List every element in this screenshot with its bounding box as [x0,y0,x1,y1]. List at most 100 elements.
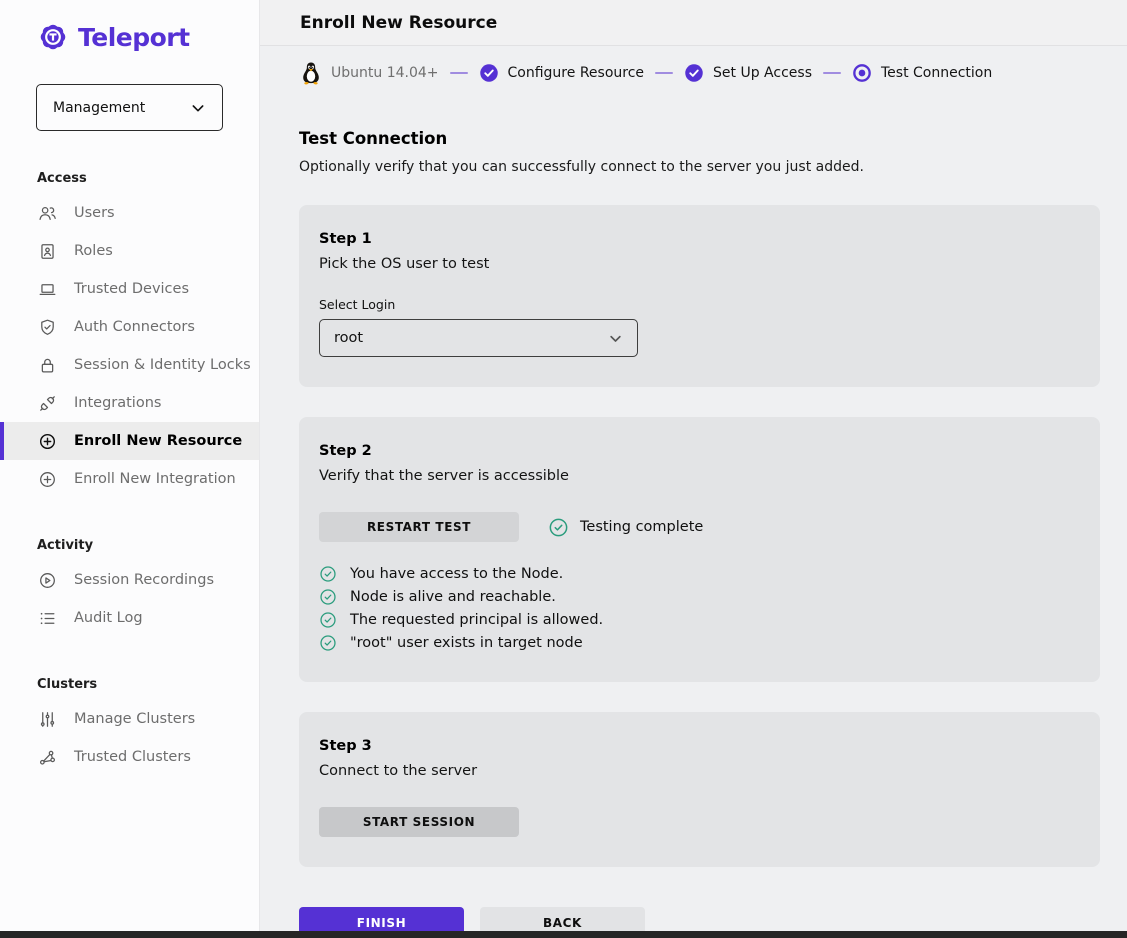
stepper-connector [823,72,841,75]
step-configure-resource: Configure Resource [479,63,645,83]
step2-title: Step 2 [319,443,1080,459]
sidebar-item-label: Enroll New Resource [74,433,242,449]
check-item: The requested principal is allowed. [319,611,1080,629]
sidebar-item-label: Roles [74,243,113,259]
stepper-connector [655,72,673,75]
sidebar-item-label: Trusted Devices [74,281,189,297]
workspace-select[interactable]: Management [36,84,223,131]
step-set-up-access: Set Up Access [684,63,812,83]
step2-desc: Verify that the server is accessible [319,468,1080,484]
success-check-icon [319,611,337,629]
lock-icon [37,355,57,375]
check-item: Node is alive and reachable. [319,588,1080,606]
sidebar-item-integrations[interactable]: Integrations [0,384,259,422]
resource-label: Ubuntu 14.04+ [331,65,439,81]
sidebar-item-label: Session & Identity Locks [74,357,251,373]
sidebar-item-enroll-new-resource[interactable]: Enroll New Resource [0,422,259,460]
section-title-clusters: Clusters [37,677,259,692]
page-title: Enroll New Resource [300,13,497,33]
check-label: Node is alive and reachable. [350,589,556,605]
step-label: Configure Resource [508,65,645,81]
sidebar-item-label: Session Recordings [74,572,214,588]
section-title-activity: Activity [37,538,259,553]
main-area: Enroll New Resource Ubuntu 14.04+ Config… [260,0,1127,938]
radio-current-icon [852,63,872,83]
workspace-select-value: Management [53,100,145,116]
check-label: The requested principal is allowed. [350,612,603,628]
sidebar-item-session-recordings[interactable]: Session Recordings [0,561,259,599]
play-circle-icon [37,570,57,590]
login-select[interactable]: root [319,319,638,357]
success-check-icon [319,634,337,652]
start-session-button[interactable]: START SESSION [319,807,519,837]
success-check-icon [319,588,337,606]
testing-complete-status: Testing complete [548,517,703,538]
sidebar-item-manage-clusters[interactable]: Manage Clusters [0,700,259,738]
chevron-down-icon [608,331,623,346]
content-title: Test Connection [299,129,1100,148]
check-circle-icon [684,63,704,83]
stepper-connector [450,72,468,75]
plus-circle-icon [37,469,57,489]
check-list: You have access to the Node. Node is ali… [319,565,1080,652]
login-select-value: root [334,330,363,346]
success-check-icon [319,565,337,583]
sidebar-item-trusted-clusters[interactable]: Trusted Clusters [0,738,259,776]
step1-title: Step 1 [319,231,1080,247]
window-bottom-edge [0,931,1127,938]
sidebar-item-label: Manage Clusters [74,711,195,727]
restart-test-button[interactable]: RESTART TEST [319,512,519,542]
logo-text: Teleport [78,23,190,52]
step2-box: Step 2 Verify that the server is accessi… [299,417,1100,682]
sliders-icon [37,709,57,729]
step3-box: Step 3 Connect to the server START SESSI… [299,712,1100,867]
step3-desc: Connect to the server [319,763,1080,779]
content-subtitle: Optionally verify that you can successfu… [299,159,1100,175]
check-item: You have access to the Node. [319,565,1080,583]
sidebar-item-label: Auth Connectors [74,319,195,335]
step-label: Set Up Access [713,65,812,81]
page-header: Enroll New Resource [260,0,1127,46]
sidebar-item-label: Audit Log [74,610,143,626]
sidebar: Teleport Management Access Users Roles T… [0,0,260,938]
shield-check-icon [37,317,57,337]
sidebar-item-session-identity-locks[interactable]: Session & Identity Locks [0,346,259,384]
check-item: "root" user exists in target node [319,634,1080,652]
test-status-row: RESTART TEST Testing complete [319,512,1080,542]
check-label: "root" user exists in target node [350,635,583,651]
sidebar-item-auth-connectors[interactable]: Auth Connectors [0,308,259,346]
laptop-icon [37,279,57,299]
step1-box: Step 1 Pick the OS user to test Select L… [299,205,1100,387]
network-icon [37,747,57,767]
sidebar-item-label: Users [74,205,115,221]
sidebar-item-users[interactable]: Users [0,194,259,232]
select-login-label: Select Login [319,297,1080,312]
teleport-gear-icon [36,20,70,54]
linux-tux-icon [300,61,322,85]
section-title-access: Access [37,171,259,186]
step-test-connection: Test Connection [852,63,992,83]
sidebar-item-label: Enroll New Integration [74,471,236,487]
chevron-down-icon [190,100,206,116]
check-circle-icon [479,63,499,83]
sidebar-item-audit-log[interactable]: Audit Log [0,599,259,637]
success-check-icon [548,517,569,538]
sidebar-item-trusted-devices[interactable]: Trusted Devices [0,270,259,308]
step1-desc: Pick the OS user to test [319,256,1080,272]
sidebar-item-enroll-new-integration[interactable]: Enroll New Integration [0,460,259,498]
roles-icon [37,241,57,261]
status-label: Testing complete [580,519,703,535]
sidebar-item-roles[interactable]: Roles [0,232,259,270]
step3-title: Step 3 [319,738,1080,754]
teleport-logo: Teleport [36,20,259,54]
plus-circle-icon [37,431,57,451]
sidebar-item-label: Trusted Clusters [74,749,191,765]
sidebar-item-label: Integrations [74,395,161,411]
list-icon [37,608,57,628]
progress-stepper: Ubuntu 14.04+ Configure Resource Set Up … [260,46,1127,93]
check-label: You have access to the Node. [350,566,563,582]
plug-icon [37,393,57,413]
content: Test Connection Optionally verify that y… [260,93,1127,867]
start-session-row: START SESSION [319,807,1080,837]
users-icon [37,203,57,223]
